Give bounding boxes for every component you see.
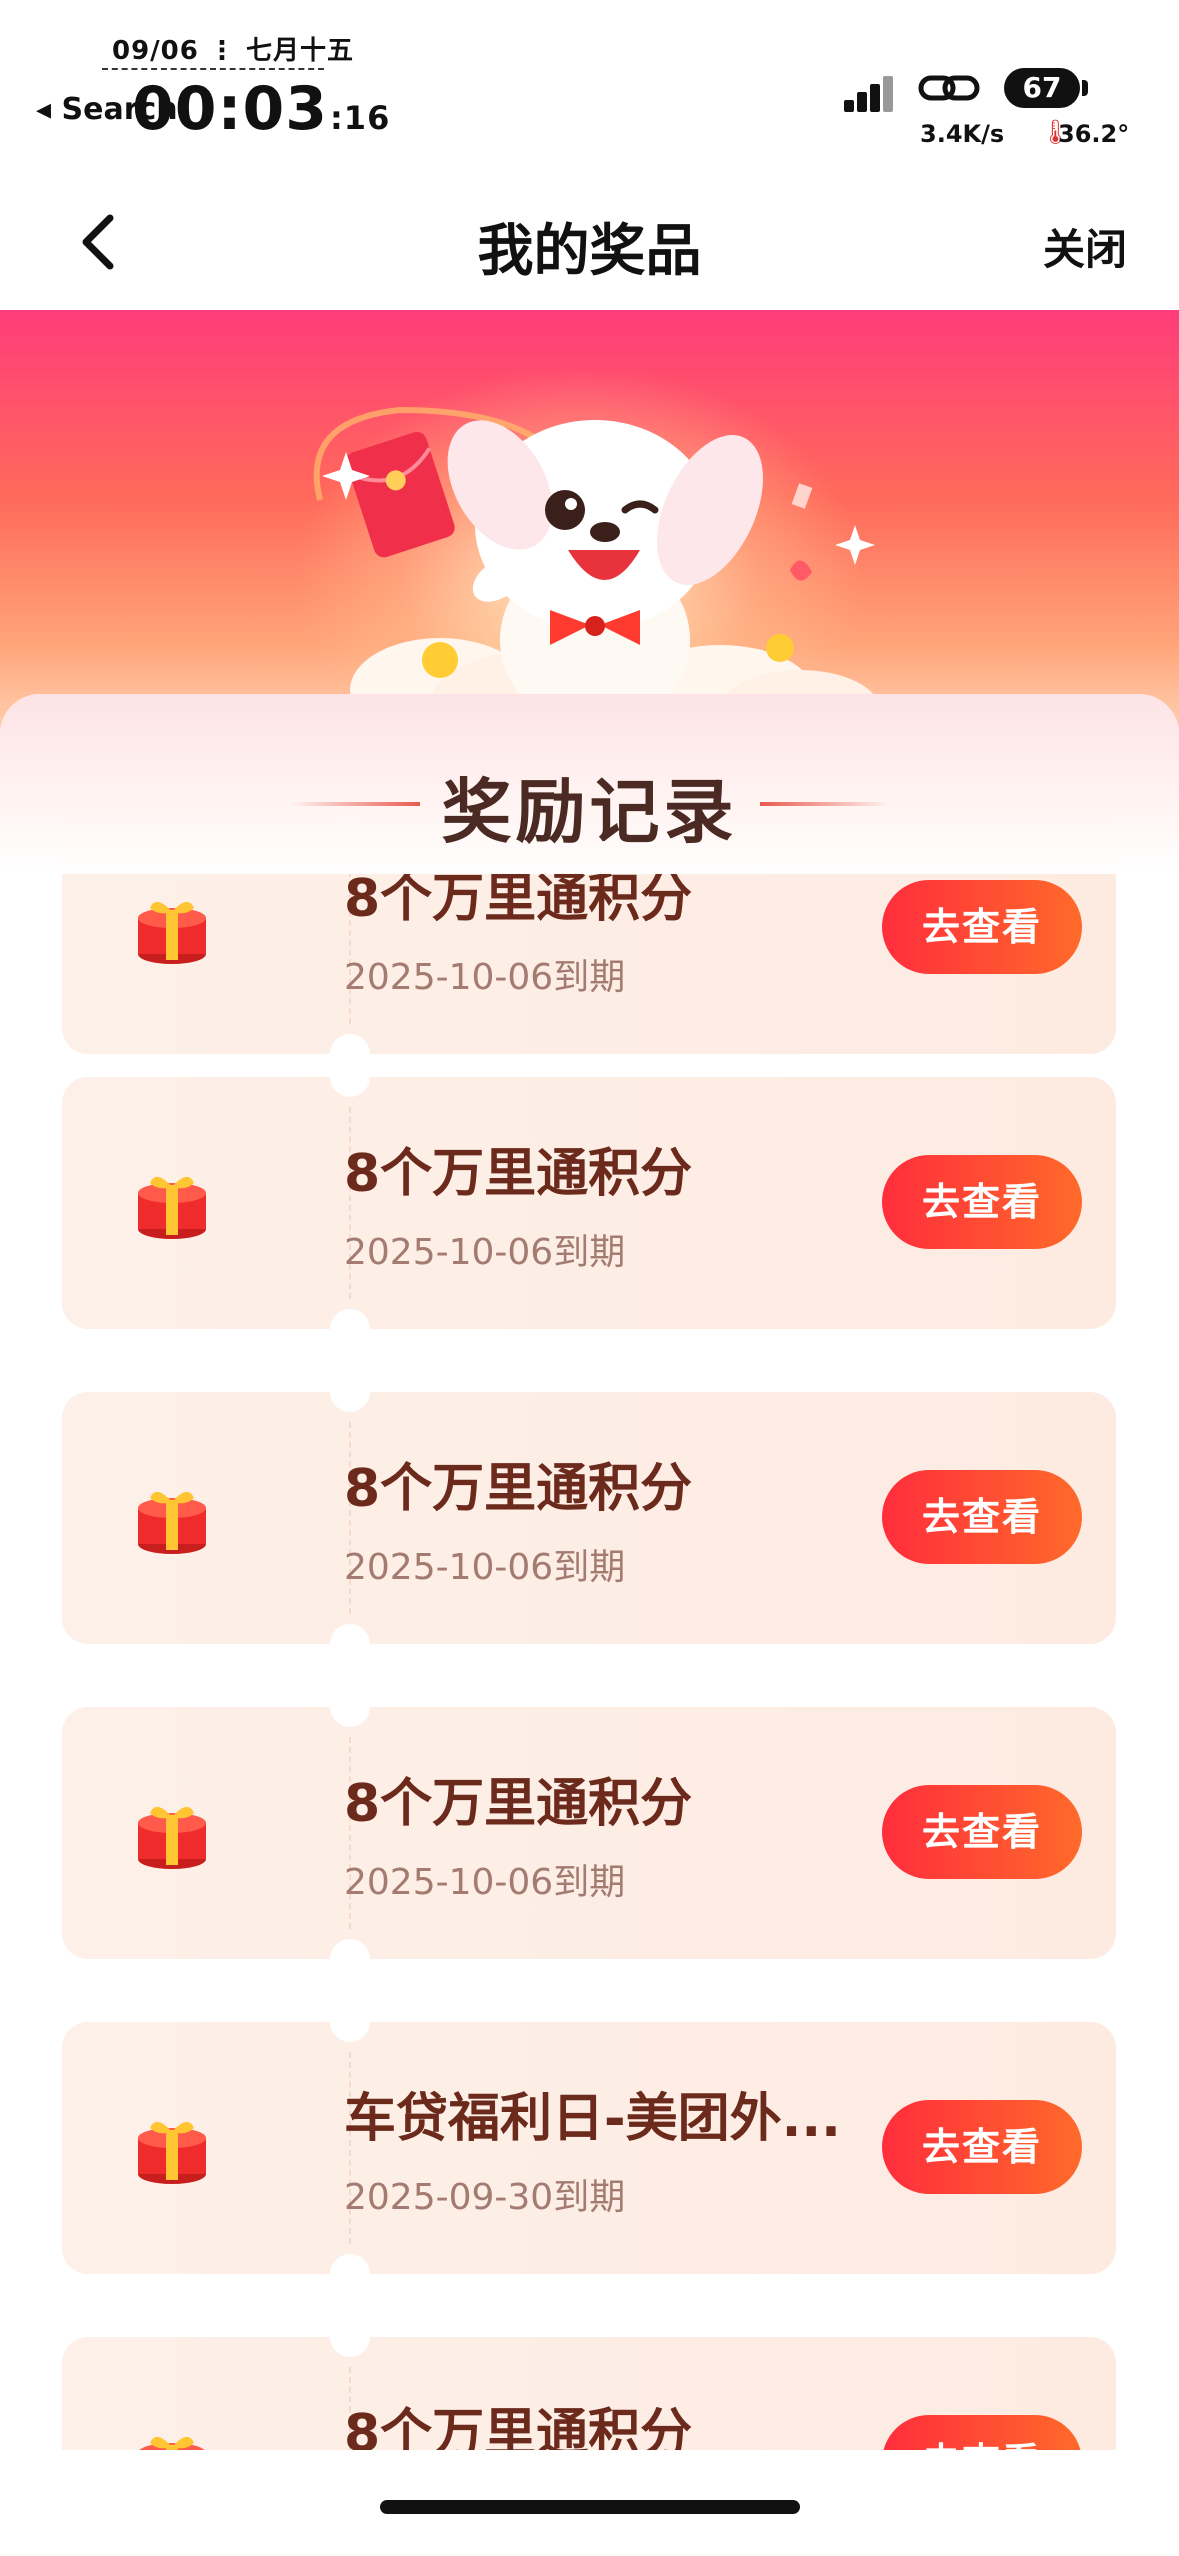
ticket-notch xyxy=(330,2002,370,2042)
prize-card[interactable]: 8个万里通积分 去查看 xyxy=(62,2317,1116,2450)
panel-header: 奖励记录 xyxy=(0,694,1179,874)
battery-icon: 67 xyxy=(1004,68,1080,108)
prize-title: 8个万里通积分 xyxy=(344,1144,693,1204)
battery-level: 67 xyxy=(1022,71,1062,104)
network-speed: 3.4K/s xyxy=(920,120,1005,148)
prize-expiry: 2025-10-06到期 xyxy=(344,1862,626,1903)
ticket-notch xyxy=(330,1624,370,1664)
ticket-notch xyxy=(330,1687,370,1727)
prize-card[interactable]: 8个万里通积分 2025-10-06到期 去查看 xyxy=(62,1057,1116,1349)
mascot-illustration xyxy=(313,406,880,730)
title-decoration-right xyxy=(760,802,890,806)
temperature: 36.2° xyxy=(1058,120,1130,148)
ticket-notch xyxy=(330,1309,370,1349)
prize-expiry: 2025-09-30到期 xyxy=(344,2177,626,2218)
page-title: 我的奖品 xyxy=(477,219,702,284)
view-prize-button[interactable]: 去查看 xyxy=(882,2415,1082,2450)
nav-bar: 我的奖品 关闭 xyxy=(0,170,1179,310)
ticket-notch xyxy=(330,1939,370,1979)
prize-title: 8个万里通积分 xyxy=(344,2404,693,2450)
prize-card[interactable]: 车贷福利日-美团外... 2025-09-30到期 去查看 xyxy=(62,2002,1116,2294)
prize-card[interactable]: 8个万里通积分 2025-10-06到期 去查看 xyxy=(62,1687,1116,1979)
ticket-notch xyxy=(330,1372,370,1412)
prize-expiry: 2025-10-06到期 xyxy=(344,1232,626,1273)
link-icon xyxy=(918,75,980,101)
view-prize-button[interactable]: 去查看 xyxy=(882,2100,1082,2194)
gift-box-icon xyxy=(132,2423,212,2450)
ticket-notch xyxy=(330,1057,370,1097)
gift-box-icon xyxy=(132,1478,212,1558)
close-button[interactable]: 关闭 xyxy=(1043,216,1127,277)
prize-title: 8个万里通积分 xyxy=(344,1459,693,1519)
status-bar: 09/06 ⋮ 七月十五 ◂ Search 00:03:16 3.4K/s 67… xyxy=(0,0,1179,170)
battery-tip xyxy=(1082,80,1088,96)
status-clock-seconds: :16 xyxy=(330,99,391,137)
ticket-notch xyxy=(330,2317,370,2357)
signal-icon xyxy=(844,72,894,112)
gift-box-icon xyxy=(132,1793,212,1873)
status-date: 09/06 ⋮ 七月十五 xyxy=(112,36,354,66)
status-clock-time: 00:03 xyxy=(132,74,328,144)
prize-expiry: 2025-10-06到期 xyxy=(344,957,626,998)
reward-record-panel[interactable]: 奖励记录 8个万里通积分 2025-10-06到期 去查看 8个万里通积分 2025-1… xyxy=(0,694,1179,2450)
panel-title: 奖励记录 xyxy=(441,771,738,853)
prize-card[interactable]: 8个万里通积分 2025-10-06到期 去查看 xyxy=(62,1372,1116,1664)
red-envelope-icon xyxy=(346,431,455,558)
gift-box-icon xyxy=(132,1163,212,1243)
gift-box-icon xyxy=(132,2108,212,2188)
home-indicator[interactable] xyxy=(380,2500,800,2514)
status-date-underline xyxy=(102,68,324,70)
view-prize-button[interactable]: 去查看 xyxy=(882,1155,1082,1249)
mascot-banner xyxy=(0,310,1179,730)
ticket-notch xyxy=(330,2254,370,2294)
prize-title: 8个万里通积分 xyxy=(344,1774,693,1834)
prize-expiry: 2025-10-06到期 xyxy=(344,1547,626,1588)
gift-box-icon xyxy=(132,888,212,968)
view-prize-button[interactable]: 去查看 xyxy=(882,880,1082,974)
prize-title: 车贷福利日-美团外... xyxy=(344,2089,841,2149)
view-prize-button[interactable]: 去查看 xyxy=(882,1785,1082,1879)
view-prize-button[interactable]: 去查看 xyxy=(882,1470,1082,1564)
status-clock: 00:03:16 xyxy=(132,74,390,144)
